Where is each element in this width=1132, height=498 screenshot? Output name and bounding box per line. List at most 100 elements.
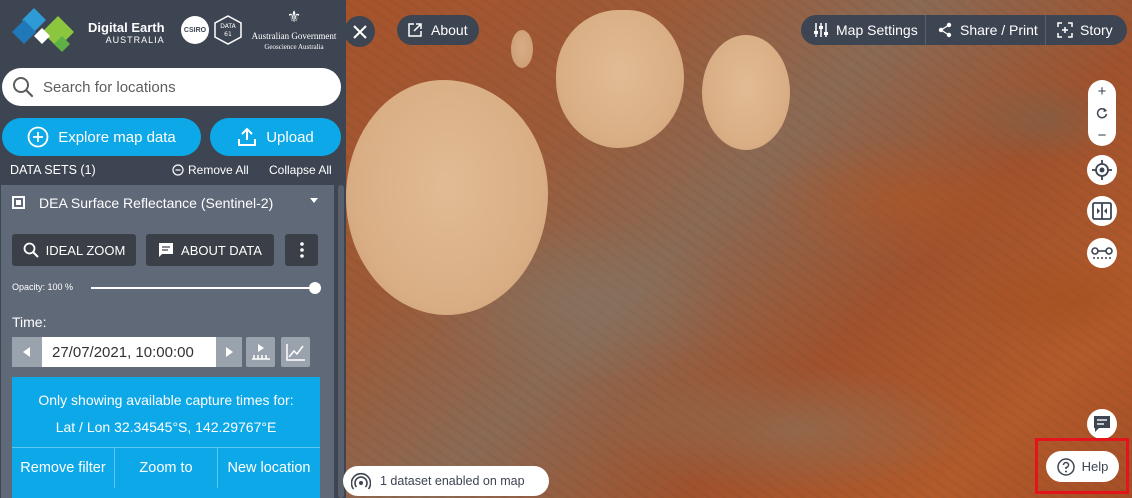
kebab-menu-icon	[299, 242, 304, 258]
brand-subtitle: AUSTRALIA	[105, 35, 165, 45]
comment-icon	[159, 243, 174, 257]
share-print-button[interactable]: Share / Print	[937, 15, 1038, 45]
search-icon	[13, 77, 34, 98]
plus-circle-icon	[27, 126, 49, 148]
ideal-zoom-button[interactable]: IDEAL ZOOM	[12, 234, 136, 266]
zoom-control: + −	[1088, 80, 1116, 146]
location-search[interactable]	[2, 68, 341, 106]
dea-logo-icon	[12, 8, 74, 52]
status-text: 1 dataset enabled on map	[380, 474, 525, 488]
zoom-in-button[interactable]: +	[1088, 80, 1116, 102]
more-options-button[interactable]	[285, 234, 318, 266]
compare-button[interactable]	[1087, 196, 1117, 226]
signal-icon	[351, 472, 371, 490]
my-location-button[interactable]	[1087, 155, 1117, 185]
filter-description: Only showing available capture times for…	[38, 392, 294, 408]
upload-icon	[238, 127, 257, 146]
timeline-icon	[251, 344, 270, 360]
zoom-to-button[interactable]: Zoom to	[115, 447, 218, 488]
explore-label: Explore map data	[58, 128, 176, 146]
upload-button[interactable]: Upload	[210, 118, 341, 156]
line-chart-icon	[285, 344, 305, 361]
timeline-button[interactable]	[246, 337, 275, 367]
measure-icon	[1091, 247, 1113, 259]
feedback-button[interactable]	[1087, 409, 1117, 439]
share-icon	[938, 22, 952, 38]
csiro-logo: CSIRO	[181, 16, 209, 44]
map-lake	[702, 35, 790, 150]
toolbar-divider	[925, 15, 926, 45]
close-icon	[352, 24, 367, 39]
opacity-slider-track[interactable]	[91, 287, 317, 289]
feedback-icon	[1094, 416, 1110, 432]
crosshair-icon	[1092, 160, 1112, 180]
svg-text:61: 61	[224, 31, 232, 38]
about-data-button[interactable]: ABOUT DATA	[146, 234, 274, 266]
remove-filter-button[interactable]: Remove filter	[12, 447, 115, 488]
share-print-label: Share / Print	[960, 22, 1038, 38]
current-time-value[interactable]: 27/07/2021, 10:00:00	[52, 344, 194, 361]
government-logo: ⚜ Australian Government Geoscience Austr…	[250, 6, 338, 60]
search-input[interactable]	[43, 78, 323, 96]
chart-button[interactable]	[281, 337, 310, 367]
map-view[interactable]	[346, 0, 1132, 498]
map-lake	[556, 10, 684, 148]
caret-down-icon[interactable]	[310, 198, 318, 203]
help-button[interactable]: Help	[1046, 451, 1119, 482]
location-filter-panel: Only showing available capture times for…	[12, 377, 320, 498]
filter-coordinates: Lat / Lon 32.34545°S, 142.29767°E	[55, 419, 277, 435]
dataset-card-header[interactable]: DEA Surface Reflectance (Sentinel-2)	[1, 185, 334, 221]
caret-left-icon	[23, 347, 30, 357]
map-settings-button[interactable]: Map Settings	[813, 15, 918, 45]
help-label: Help	[1081, 459, 1109, 474]
remove-all-button[interactable]: Remove All	[172, 163, 249, 177]
brand-title: Digital Earth	[88, 20, 165, 35]
brand-name: Digital Earth AUSTRALIA	[88, 21, 165, 47]
data61-logo: DATA 61	[214, 15, 242, 45]
measure-tool-button[interactable]	[1087, 238, 1117, 268]
ideal-zoom-label: IDEAL ZOOM	[45, 242, 126, 258]
about-data-label: ABOUT DATA	[181, 242, 262, 258]
refresh-icon	[1096, 107, 1108, 119]
close-panel-button[interactable]	[344, 16, 375, 47]
panel-scrollbar-thumb[interactable]	[338, 185, 344, 498]
reset-view-button[interactable]	[1088, 102, 1116, 124]
workbench-panel: Digital Earth AUSTRALIA CSIRO DATA 61 ⚜ …	[0, 0, 346, 498]
government-name: Australian Government	[251, 31, 337, 41]
explore-map-data-button[interactable]: Explore map data	[2, 118, 201, 156]
agency-name: Geoscience Australia	[264, 43, 324, 51]
about-label: About	[431, 22, 468, 38]
toolbar-divider	[1045, 15, 1046, 45]
opacity-slider-handle[interactable]	[309, 282, 321, 294]
date-time-picker[interactable]: 27/07/2021, 10:00:00	[12, 337, 242, 367]
dataset-visibility-checkbox[interactable]	[12, 196, 25, 209]
map-settings-label: Map Settings	[836, 22, 918, 38]
story-button[interactable]: Story	[1057, 15, 1113, 45]
upload-label: Upload	[266, 128, 314, 146]
crest-icon: ⚜	[286, 9, 302, 26]
external-link-icon	[408, 23, 422, 37]
dataset-card: DEA Surface Reflectance (Sentinel-2) IDE…	[1, 185, 334, 498]
datasets-header: DATA SETS (1) Remove All Collapse All	[10, 163, 335, 179]
map-toolbar: Map Settings Share / Print Story	[801, 15, 1127, 45]
sliders-icon	[814, 23, 828, 37]
new-location-button[interactable]: New location	[218, 447, 320, 488]
datasets-title: DATA SETS (1)	[10, 163, 96, 177]
next-time-button[interactable]	[216, 337, 242, 367]
caret-right-icon	[226, 347, 233, 357]
brand-header: Digital Earth AUSTRALIA CSIRO DATA 61 ⚜ …	[0, 0, 346, 64]
map-lake	[511, 30, 533, 68]
about-button[interactable]: About	[397, 15, 479, 45]
collapse-all-button[interactable]: Collapse All	[269, 163, 332, 177]
zoom-out-button[interactable]: −	[1088, 124, 1116, 146]
story-icon	[1057, 22, 1073, 38]
time-label: Time:	[12, 314, 47, 330]
opacity-label: Opacity: 100 %	[12, 282, 74, 292]
search-icon	[23, 242, 39, 258]
story-label: Story	[1080, 22, 1113, 38]
previous-time-button[interactable]	[12, 337, 42, 367]
svg-text:DATA: DATA	[220, 23, 236, 30]
dataset-title: DEA Surface Reflectance (Sentinel-2)	[39, 195, 274, 211]
help-icon	[1056, 457, 1075, 476]
minus-circle-icon	[172, 164, 184, 176]
